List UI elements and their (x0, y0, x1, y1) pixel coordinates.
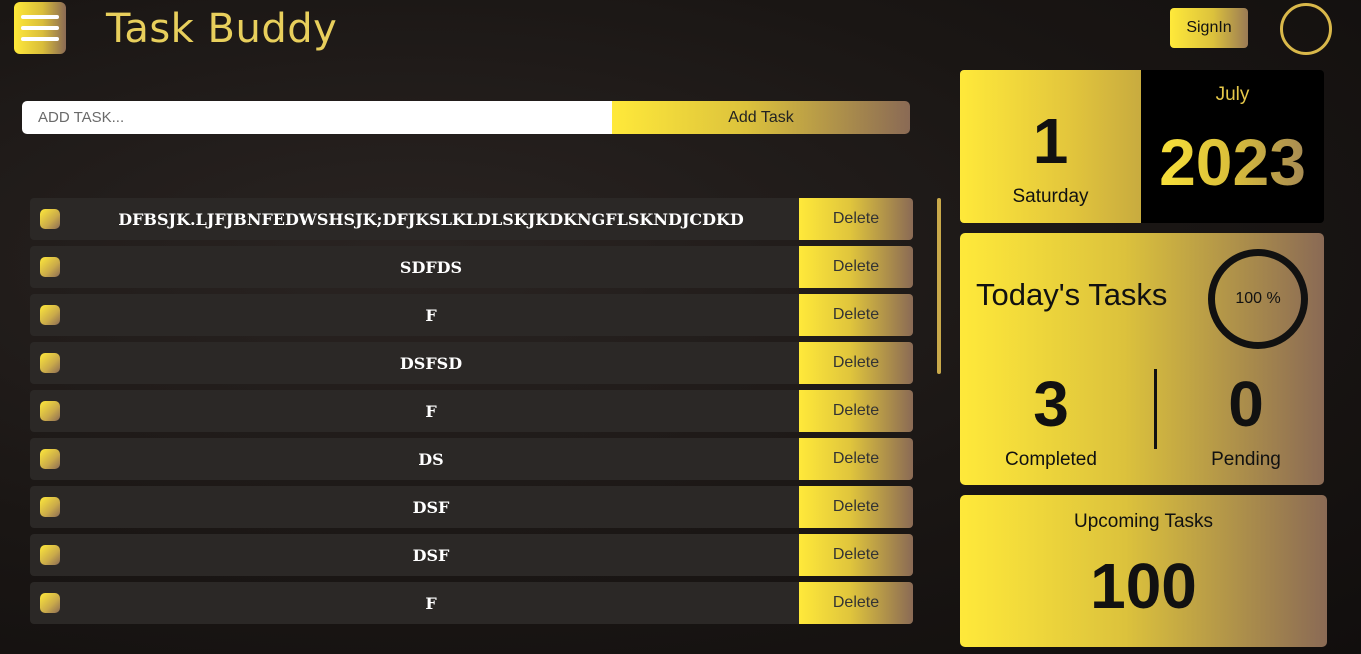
todays-tasks-title: Today's Tasks (976, 277, 1168, 312)
delete-task-button[interactable]: Delete (799, 198, 913, 240)
task-row: F Delete (30, 294, 913, 336)
task-text: DFBSJK.LJFJBNFEDWSHSJK;DFJKSLKLDLSKJKDKN… (118, 209, 744, 229)
completion-progress-ring: 100 % (1208, 249, 1308, 349)
task-list-scrollbar[interactable] (937, 198, 941, 374)
date-day-number: 1 (1032, 105, 1069, 177)
task-checkbox[interactable] (40, 353, 60, 373)
task-text: F (425, 305, 437, 325)
date-year: 2023 (1141, 124, 1324, 200)
date-month: July (1215, 84, 1250, 105)
app-title: Task Buddy (106, 6, 338, 52)
delete-task-button[interactable]: Delete (799, 246, 913, 288)
delete-task-button[interactable]: Delete (799, 534, 913, 576)
hamburger-icon-line (21, 37, 59, 41)
delete-task-button[interactable]: Delete (799, 438, 913, 480)
completed-count: 3 (1033, 368, 1069, 440)
task-text: DSFSD (399, 353, 463, 373)
completion-percent: 100 % (1235, 290, 1281, 307)
delete-task-button[interactable]: Delete (799, 342, 913, 384)
task-row: DSF Delete (30, 534, 913, 576)
signin-button[interactable]: SignIn (1170, 8, 1248, 48)
add-task-input[interactable] (22, 101, 612, 134)
hamburger-icon-line (21, 15, 59, 19)
pending-count: 0 (1228, 368, 1264, 440)
upcoming-tasks-card: Upcoming Tasks 100 (960, 495, 1327, 647)
add-task-bar: Add Task (22, 101, 910, 134)
task-checkbox[interactable] (40, 257, 60, 277)
task-list: DFBSJK.LJFJBNFEDWSHSJK;DFJKSLKLDLSKJKDKN… (30, 198, 913, 630)
delete-task-button[interactable]: Delete (799, 294, 913, 336)
task-checkbox[interactable] (40, 449, 60, 469)
date-day-panel: 1 Saturday (960, 70, 1141, 223)
task-text: SDFDS (399, 257, 463, 277)
profile-icon[interactable] (1280, 3, 1332, 55)
upcoming-tasks-count: 100 (1090, 550, 1197, 622)
delete-task-button[interactable]: Delete (799, 486, 913, 528)
task-text: F (425, 401, 437, 421)
task-row: F Delete (30, 390, 913, 432)
delete-task-button[interactable]: Delete (799, 390, 913, 432)
task-text: DSF (412, 545, 450, 565)
stats-divider (1154, 369, 1157, 449)
task-row: F Delete (30, 582, 913, 624)
task-checkbox[interactable] (40, 401, 60, 421)
hamburger-icon-line (21, 26, 59, 30)
task-checkbox[interactable] (40, 593, 60, 613)
task-text: F (425, 593, 437, 613)
date-weekday: Saturday (1012, 186, 1089, 207)
delete-task-button[interactable]: Delete (799, 582, 913, 624)
task-checkbox[interactable] (40, 305, 60, 325)
task-text: DSF (412, 497, 450, 517)
task-row: DS Delete (30, 438, 913, 480)
task-checkbox[interactable] (40, 545, 60, 565)
menu-button[interactable] (14, 2, 66, 54)
task-checkbox[interactable] (40, 497, 60, 517)
task-row: DSFSD Delete (30, 342, 913, 384)
task-row: SDFDS Delete (30, 246, 913, 288)
task-checkbox[interactable] (40, 209, 60, 229)
task-text: DS (418, 449, 444, 469)
todays-tasks-card: Today's Tasks 100 % 3 Completed 0 Pendin… (960, 233, 1324, 485)
pending-label: Pending (1211, 449, 1281, 470)
add-task-button[interactable]: Add Task (612, 101, 910, 134)
upcoming-tasks-title: Upcoming Tasks (1073, 511, 1214, 532)
task-row: DSF Delete (30, 486, 913, 528)
task-row: DFBSJK.LJFJBNFEDWSHSJK;DFJKSLKLDLSKJKDKN… (30, 198, 913, 240)
date-year-panel: July 2023 (1141, 70, 1324, 223)
completed-label: Completed (1005, 449, 1097, 470)
